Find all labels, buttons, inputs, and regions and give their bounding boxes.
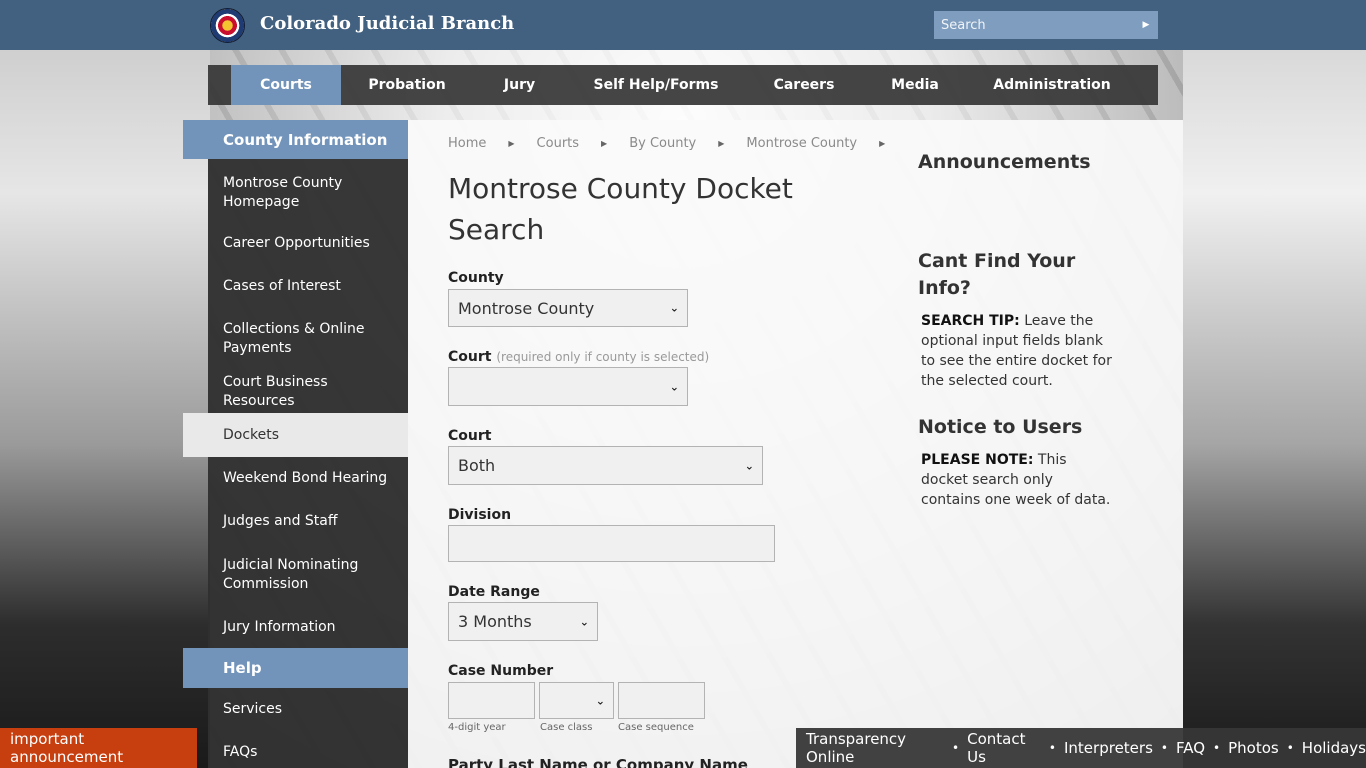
court-label: Court (required only if county is select… (448, 349, 709, 365)
sidebar-item-cases-of-interest[interactable]: Cases of Interest (208, 265, 408, 308)
breadcrumb-courts[interactable]: Courts (537, 136, 580, 151)
chevron-right-icon: ▶ (718, 139, 725, 148)
sidebar-item-faqs[interactable]: FAQs (208, 731, 408, 768)
separator-dot: • (952, 741, 960, 755)
notice-text: PLEASE NOTE: This docket search only con… (921, 450, 1113, 510)
footer-link-interpreters[interactable]: Interpreters (1064, 739, 1153, 757)
court-type-select-value: Both (458, 456, 496, 475)
county-label: County (448, 270, 504, 286)
breadcrumb: Home ▶ Courts ▶ By County ▶ Montrose Cou… (448, 136, 907, 151)
party-name-label: Party Last Name or Company Name (448, 756, 748, 768)
date-range-label: Date Range (448, 584, 540, 600)
sidebar-help-list: Services FAQs (208, 688, 408, 768)
date-range-select-value: 3 Months (458, 612, 532, 631)
case-sequence-input[interactable] (618, 682, 705, 719)
chevron-down-icon: ⌄ (595, 694, 605, 707)
chevron-down-icon: ⌄ (669, 380, 679, 393)
sidebar-item-judicial-nominating-commission[interactable]: Judicial Nominating Commission (208, 543, 408, 606)
nav-administration[interactable]: Administration (968, 65, 1136, 105)
nav-probation[interactable]: Probation (341, 65, 473, 105)
footer-link-faq[interactable]: FAQ (1176, 739, 1205, 757)
cant-find-heading: Cant Find Your Info? (918, 250, 1076, 299)
case-class-hint: Case class (540, 722, 593, 733)
case-class-select[interactable]: ⌄ (539, 682, 614, 719)
site-title[interactable]: Colorado Judicial Branch (260, 13, 514, 34)
court-type-select[interactable]: Both ⌄ (448, 446, 763, 485)
footer-links: Transparency Online • Contact Us • Inter… (796, 728, 1366, 768)
background-right (1183, 50, 1366, 768)
sidebar-item-court-business-resources[interactable]: Court Business Resources (208, 370, 408, 413)
breadcrumb-montrose-county[interactable]: Montrose County (746, 136, 857, 151)
case-year-hint: 4-digit year (448, 722, 506, 733)
colorado-courts-seal-icon[interactable] (210, 8, 245, 43)
court-select[interactable]: ⌄ (448, 367, 688, 406)
division-label: Division (448, 507, 512, 523)
case-number-label: Case Number (448, 663, 554, 679)
court-hint: (required only if county is selected) (496, 350, 710, 364)
footer-link-photos[interactable]: Photos (1228, 739, 1279, 757)
search-input[interactable] (934, 11, 1134, 39)
top-header: Colorado Judicial Branch ▶ (0, 0, 1366, 50)
case-sequence-hint: Case sequence (618, 722, 694, 733)
county-select[interactable]: Montrose County ⌄ (448, 289, 688, 327)
chevron-down-icon: ⌄ (579, 615, 589, 628)
sidebar-heading-help: Help (183, 648, 408, 688)
sidebar-item-collections-online-payments[interactable]: Collections & Online Payments (208, 308, 408, 370)
notice-lead: PLEASE NOTE: (921, 452, 1034, 468)
footer-link-transparency-online[interactable]: Transparency Online (806, 730, 944, 766)
nav-jury[interactable]: Jury (473, 65, 566, 105)
nav-self-help-forms[interactable]: Self Help/Forms (566, 65, 746, 105)
chevron-down-icon: ⌄ (669, 301, 679, 315)
arrow-right-icon[interactable]: ▶ (1134, 11, 1158, 39)
sidebar-item-montrose-county-homepage[interactable]: Montrose County Homepage (208, 159, 408, 222)
sidebar-item-career-opportunities[interactable]: Career Opportunities (208, 222, 408, 265)
sidebar-item-services[interactable]: Services (208, 688, 408, 731)
main-nav: Courts Probation Jury Self Help/Forms Ca… (208, 65, 1158, 105)
sidebar-item-jury-information[interactable]: Jury Information (208, 606, 408, 648)
separator-dot: • (1213, 741, 1221, 755)
sidebar-item-judges-and-staff[interactable]: Judges and Staff (208, 500, 408, 543)
separator-dot: • (1286, 741, 1294, 755)
content-panel: Home ▶ Courts ▶ By County ▶ Montrose Cou… (408, 120, 1183, 768)
background-left (0, 50, 210, 768)
breadcrumb-by-county[interactable]: By County (629, 136, 696, 151)
page-title: Montrose County Docket Search (448, 172, 793, 246)
sidebar-item-dockets[interactable]: Dockets (183, 413, 408, 457)
important-announcement-button[interactable]: important announcement (0, 728, 197, 768)
sidebar-heading-county-information: County Information (183, 120, 408, 159)
nav-courts[interactable]: Courts (231, 65, 341, 105)
separator-dot: • (1048, 741, 1056, 755)
footer-link-holidays[interactable]: Holidays (1302, 739, 1366, 757)
division-input[interactable] (448, 525, 775, 562)
chevron-right-icon: ▶ (601, 139, 608, 148)
notice-heading: Notice to Users (918, 416, 1083, 438)
court-label-text: Court (448, 349, 492, 365)
search-box: ▶ (934, 11, 1158, 39)
chevron-down-icon: ⌄ (744, 459, 754, 472)
date-range-select[interactable]: 3 Months ⌄ (448, 602, 598, 641)
separator-dot: • (1160, 741, 1168, 755)
announcements-heading: Announcements (918, 151, 1091, 173)
case-year-input[interactable] (448, 682, 535, 719)
breadcrumb-home[interactable]: Home (448, 136, 486, 151)
county-select-value: Montrose County (458, 298, 595, 318)
search-tip-text: SEARCH TIP: Leave the optional input fie… (921, 311, 1113, 391)
sidebar: County Information Montrose County Homep… (183, 120, 408, 768)
chevron-right-icon: ▶ (508, 139, 515, 148)
sidebar-list: Montrose County Homepage Career Opportun… (183, 159, 408, 648)
nav-media[interactable]: Media (862, 65, 968, 105)
footer-link-contact-us[interactable]: Contact Us (967, 730, 1041, 766)
search-tip-lead: SEARCH TIP: (921, 313, 1020, 329)
sidebar-item-weekend-bond-hearing[interactable]: Weekend Bond Hearing (208, 457, 408, 500)
chevron-right-icon: ▶ (879, 139, 886, 148)
court-type-label: Court (448, 428, 492, 444)
nav-careers[interactable]: Careers (746, 65, 862, 105)
